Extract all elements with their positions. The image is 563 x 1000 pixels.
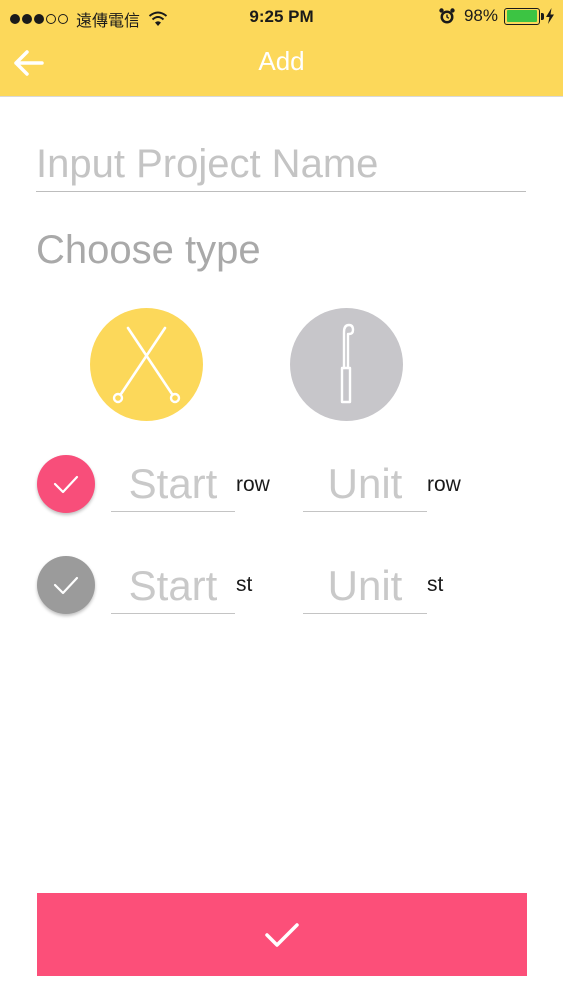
checkmark-icon	[265, 922, 299, 947]
stitch-counter-toggle[interactable]	[37, 556, 95, 614]
page-title: Add	[258, 46, 305, 76]
type-crochet-button[interactable]	[290, 308, 403, 421]
confirm-button[interactable]	[37, 893, 527, 976]
battery-icon	[504, 7, 544, 25]
stitch-unit-unit-label: st	[427, 573, 444, 596]
arrow-left-icon	[14, 50, 44, 76]
back-button[interactable]	[8, 45, 48, 81]
checkmark-icon	[53, 475, 79, 494]
row-start-input[interactable]	[111, 456, 235, 512]
stitch-start-unit-label: st	[236, 573, 253, 596]
stitch-start-input[interactable]	[111, 558, 235, 614]
battery-tip	[541, 12, 544, 20]
project-name-input[interactable]	[36, 138, 526, 192]
crochet-hook-icon	[340, 323, 355, 404]
alarm-clock-icon	[439, 8, 455, 24]
app-header: 遠傳電信 9:25 PM 98% Add	[0, 0, 563, 97]
status-right: 98%	[438, 6, 555, 26]
battery-level	[506, 10, 537, 22]
row-unit-input[interactable]	[303, 456, 427, 512]
type-knitting-button[interactable]	[90, 308, 203, 421]
battery-percent: 98%	[463, 6, 498, 25]
choose-type-label: Choose type	[36, 228, 261, 272]
checkmark-icon	[53, 576, 79, 595]
charging-bolt-icon	[546, 8, 554, 24]
status-bar: 遠傳電信 9:25 PM 98%	[0, 0, 563, 32]
row-start-unit-label: row	[236, 473, 270, 496]
row-counter-toggle[interactable]	[37, 455, 95, 513]
stitch-unit-input[interactable]	[303, 558, 427, 614]
row-unit-unit-label: row	[427, 473, 461, 496]
knitting-needles-icon	[112, 326, 181, 404]
